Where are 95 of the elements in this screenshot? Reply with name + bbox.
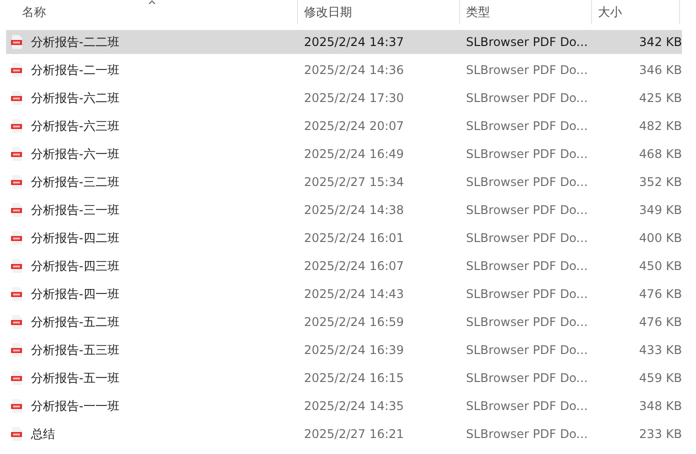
modified-date: 2025/2/24 16:39 (304, 343, 404, 357)
file-name: 分析报告-六三班 (31, 118, 120, 134)
column-header[interactable]: 名称 (22, 4, 46, 20)
file-type: SLBrowser PDF Do... (466, 147, 588, 161)
file-row[interactable]: 分析报告-六二班 2025/2/24 17:30 SLBrowser PDF Do... 425 KB (6, 86, 682, 110)
file-type: SLBrowser PDF Do... (466, 203, 588, 217)
file-size: 346 KB (639, 63, 683, 77)
file-type: SLBrowser PDF Do... (466, 371, 588, 385)
modified-date: 2025/2/27 15:34 (304, 175, 404, 189)
modified-date: 2025/2/24 17:30 (304, 91, 404, 105)
file-name: 分析报告-二一班 (31, 62, 120, 78)
file-row[interactable]: 分析报告-二一班 2025/2/24 14:36 SLBrowser PDF Do... 346 KB (6, 58, 682, 82)
file-name: 分析报告-二二班 (31, 34, 120, 50)
file-size: 476 KB (639, 315, 683, 329)
modified-date: 2025/2/24 16:59 (304, 315, 404, 329)
modified-date: 2025/2/27 16:21 (304, 427, 404, 441)
file-row[interactable]: 分析报告-六三班 2025/2/24 20:07 SLBrowser PDF Do... 482 KB (6, 114, 682, 138)
file-type: SLBrowser PDF Do... (466, 231, 588, 245)
modified-date: 2025/2/24 14:38 (304, 203, 404, 217)
file-name: 分析报告-四一班 (31, 286, 120, 302)
column-header[interactable]: 类型 (466, 4, 490, 20)
file-name: 分析报告-六二班 (31, 90, 120, 106)
file-type: SLBrowser PDF Do... (466, 343, 588, 357)
pdf-file-icon (11, 91, 23, 105)
file-size: 476 KB (639, 287, 683, 301)
file-size: 342 KB (639, 35, 683, 49)
file-size: 459 KB (639, 371, 683, 385)
file-size: 348 KB (639, 399, 683, 413)
pdf-file-icon (11, 119, 23, 133)
file-type: SLBrowser PDF Do... (466, 91, 588, 105)
file-type: SLBrowser PDF Do... (466, 35, 588, 49)
file-size: 425 KB (639, 91, 683, 105)
file-size: 468 KB (639, 147, 683, 161)
file-row[interactable]: 分析报告-六一班 2025/2/24 16:49 SLBrowser PDF Do... 468 KB (6, 142, 682, 166)
pdf-file-icon (11, 175, 23, 189)
sort-caret-icon (148, 0, 156, 4)
pdf-file-icon (11, 287, 23, 301)
file-row[interactable]: 分析报告-五三班 2025/2/24 16:39 SLBrowser PDF Do... 433 KB (6, 338, 682, 362)
file-row[interactable]: 分析报告-四一班 2025/2/24 14:43 SLBrowser PDF Do... 476 KB (6, 282, 682, 306)
file-size: 352 KB (639, 175, 683, 189)
file-type: SLBrowser PDF Do... (466, 427, 588, 441)
file-type: SLBrowser PDF Do... (466, 175, 588, 189)
file-row[interactable]: 分析报告-三一班 2025/2/24 14:38 SLBrowser PDF Do... 349 KB (6, 198, 682, 222)
file-name: 总结 (31, 426, 55, 442)
file-type: SLBrowser PDF Do... (466, 399, 588, 413)
file-name: 分析报告-四二班 (31, 230, 120, 246)
modified-date: 2025/2/24 14:43 (304, 287, 404, 301)
modified-date: 2025/2/24 14:37 (304, 35, 404, 49)
file-name: 分析报告-三二班 (31, 174, 120, 190)
pdf-file-icon (11, 231, 23, 245)
file-size: 433 KB (639, 343, 683, 357)
modified-date: 2025/2/24 14:35 (304, 399, 404, 413)
file-type: SLBrowser PDF Do... (466, 63, 588, 77)
file-type: SLBrowser PDF Do... (466, 315, 588, 329)
column-header[interactable]: 大小 (598, 4, 622, 20)
pdf-file-icon (11, 63, 23, 77)
file-size: 482 KB (639, 119, 683, 133)
file-row[interactable]: 总结 2025/2/27 16:21 SLBrowser PDF Do... 233 KB (6, 422, 682, 446)
modified-date: 2025/2/24 14:36 (304, 63, 404, 77)
pdf-file-icon (11, 343, 23, 357)
file-size: 400 KB (639, 231, 683, 245)
modified-date: 2025/2/24 16:07 (304, 259, 404, 273)
file-row[interactable]: 分析报告-四二班 2025/2/24 16:01 SLBrowser PDF Do... 400 KB (6, 226, 682, 250)
pdf-file-icon (11, 203, 23, 217)
file-type: SLBrowser PDF Do... (466, 287, 588, 301)
file-name: 分析报告-三一班 (31, 202, 120, 218)
file-size: 233 KB (639, 427, 683, 441)
file-row[interactable]: 分析报告-一一班 2025/2/24 14:35 SLBrowser PDF Do... 348 KB (6, 394, 682, 418)
pdf-file-icon (11, 371, 23, 385)
file-size: 349 KB (639, 203, 683, 217)
file-row[interactable]: 分析报告-三二班 2025/2/27 15:34 SLBrowser PDF Do... 352 KB (6, 170, 682, 194)
pdf-file-icon (11, 35, 23, 49)
modified-date: 2025/2/24 20:07 (304, 119, 404, 133)
file-row[interactable]: 分析报告-五二班 2025/2/24 16:59 SLBrowser PDF Do... 476 KB (6, 310, 682, 334)
file-row[interactable]: 分析报告-五一班 2025/2/24 16:15 SLBrowser PDF Do... 459 KB (6, 366, 682, 390)
file-row[interactable]: 分析报告-四三班 2025/2/24 16:07 SLBrowser PDF Do... 450 KB (6, 254, 682, 278)
file-name: 分析报告-六一班 (31, 146, 120, 162)
file-name: 分析报告-五一班 (31, 370, 120, 386)
pdf-file-icon (11, 427, 23, 441)
column-header[interactable]: 修改日期 (304, 4, 352, 20)
pdf-file-icon (11, 315, 23, 329)
pdf-file-icon (11, 399, 23, 413)
file-type: SLBrowser PDF Do... (466, 259, 588, 273)
modified-date: 2025/2/24 16:01 (304, 231, 404, 245)
file-row[interactable]: 分析报告-二二班 2025/2/24 14:37 SLBrowser PDF Do... 342 KB (6, 30, 682, 54)
file-name: 分析报告-五三班 (31, 342, 120, 358)
file-name: 分析报告-四三班 (31, 258, 120, 274)
modified-date: 2025/2/24 16:49 (304, 147, 404, 161)
file-type: SLBrowser PDF Do... (466, 119, 588, 133)
file-name: 分析报告-一一班 (31, 398, 120, 414)
modified-date: 2025/2/24 16:15 (304, 371, 404, 385)
pdf-file-icon (11, 147, 23, 161)
file-size: 450 KB (639, 259, 683, 273)
pdf-file-icon (11, 259, 23, 273)
file-name: 分析报告-五二班 (31, 314, 120, 330)
